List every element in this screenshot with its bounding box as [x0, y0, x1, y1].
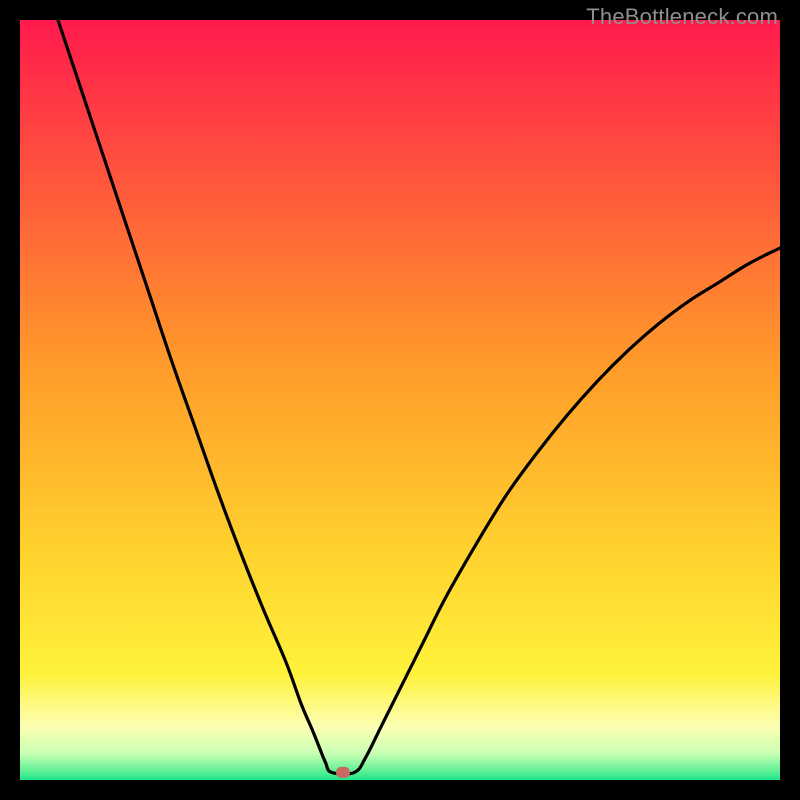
- marker-dot: [336, 767, 350, 778]
- plot-background: [20, 20, 780, 780]
- chart-container: TheBottleneck.com: [0, 0, 800, 800]
- plot-frame: [20, 20, 780, 780]
- watermark-text: TheBottleneck.com: [586, 4, 778, 30]
- plot-svg: [20, 20, 780, 780]
